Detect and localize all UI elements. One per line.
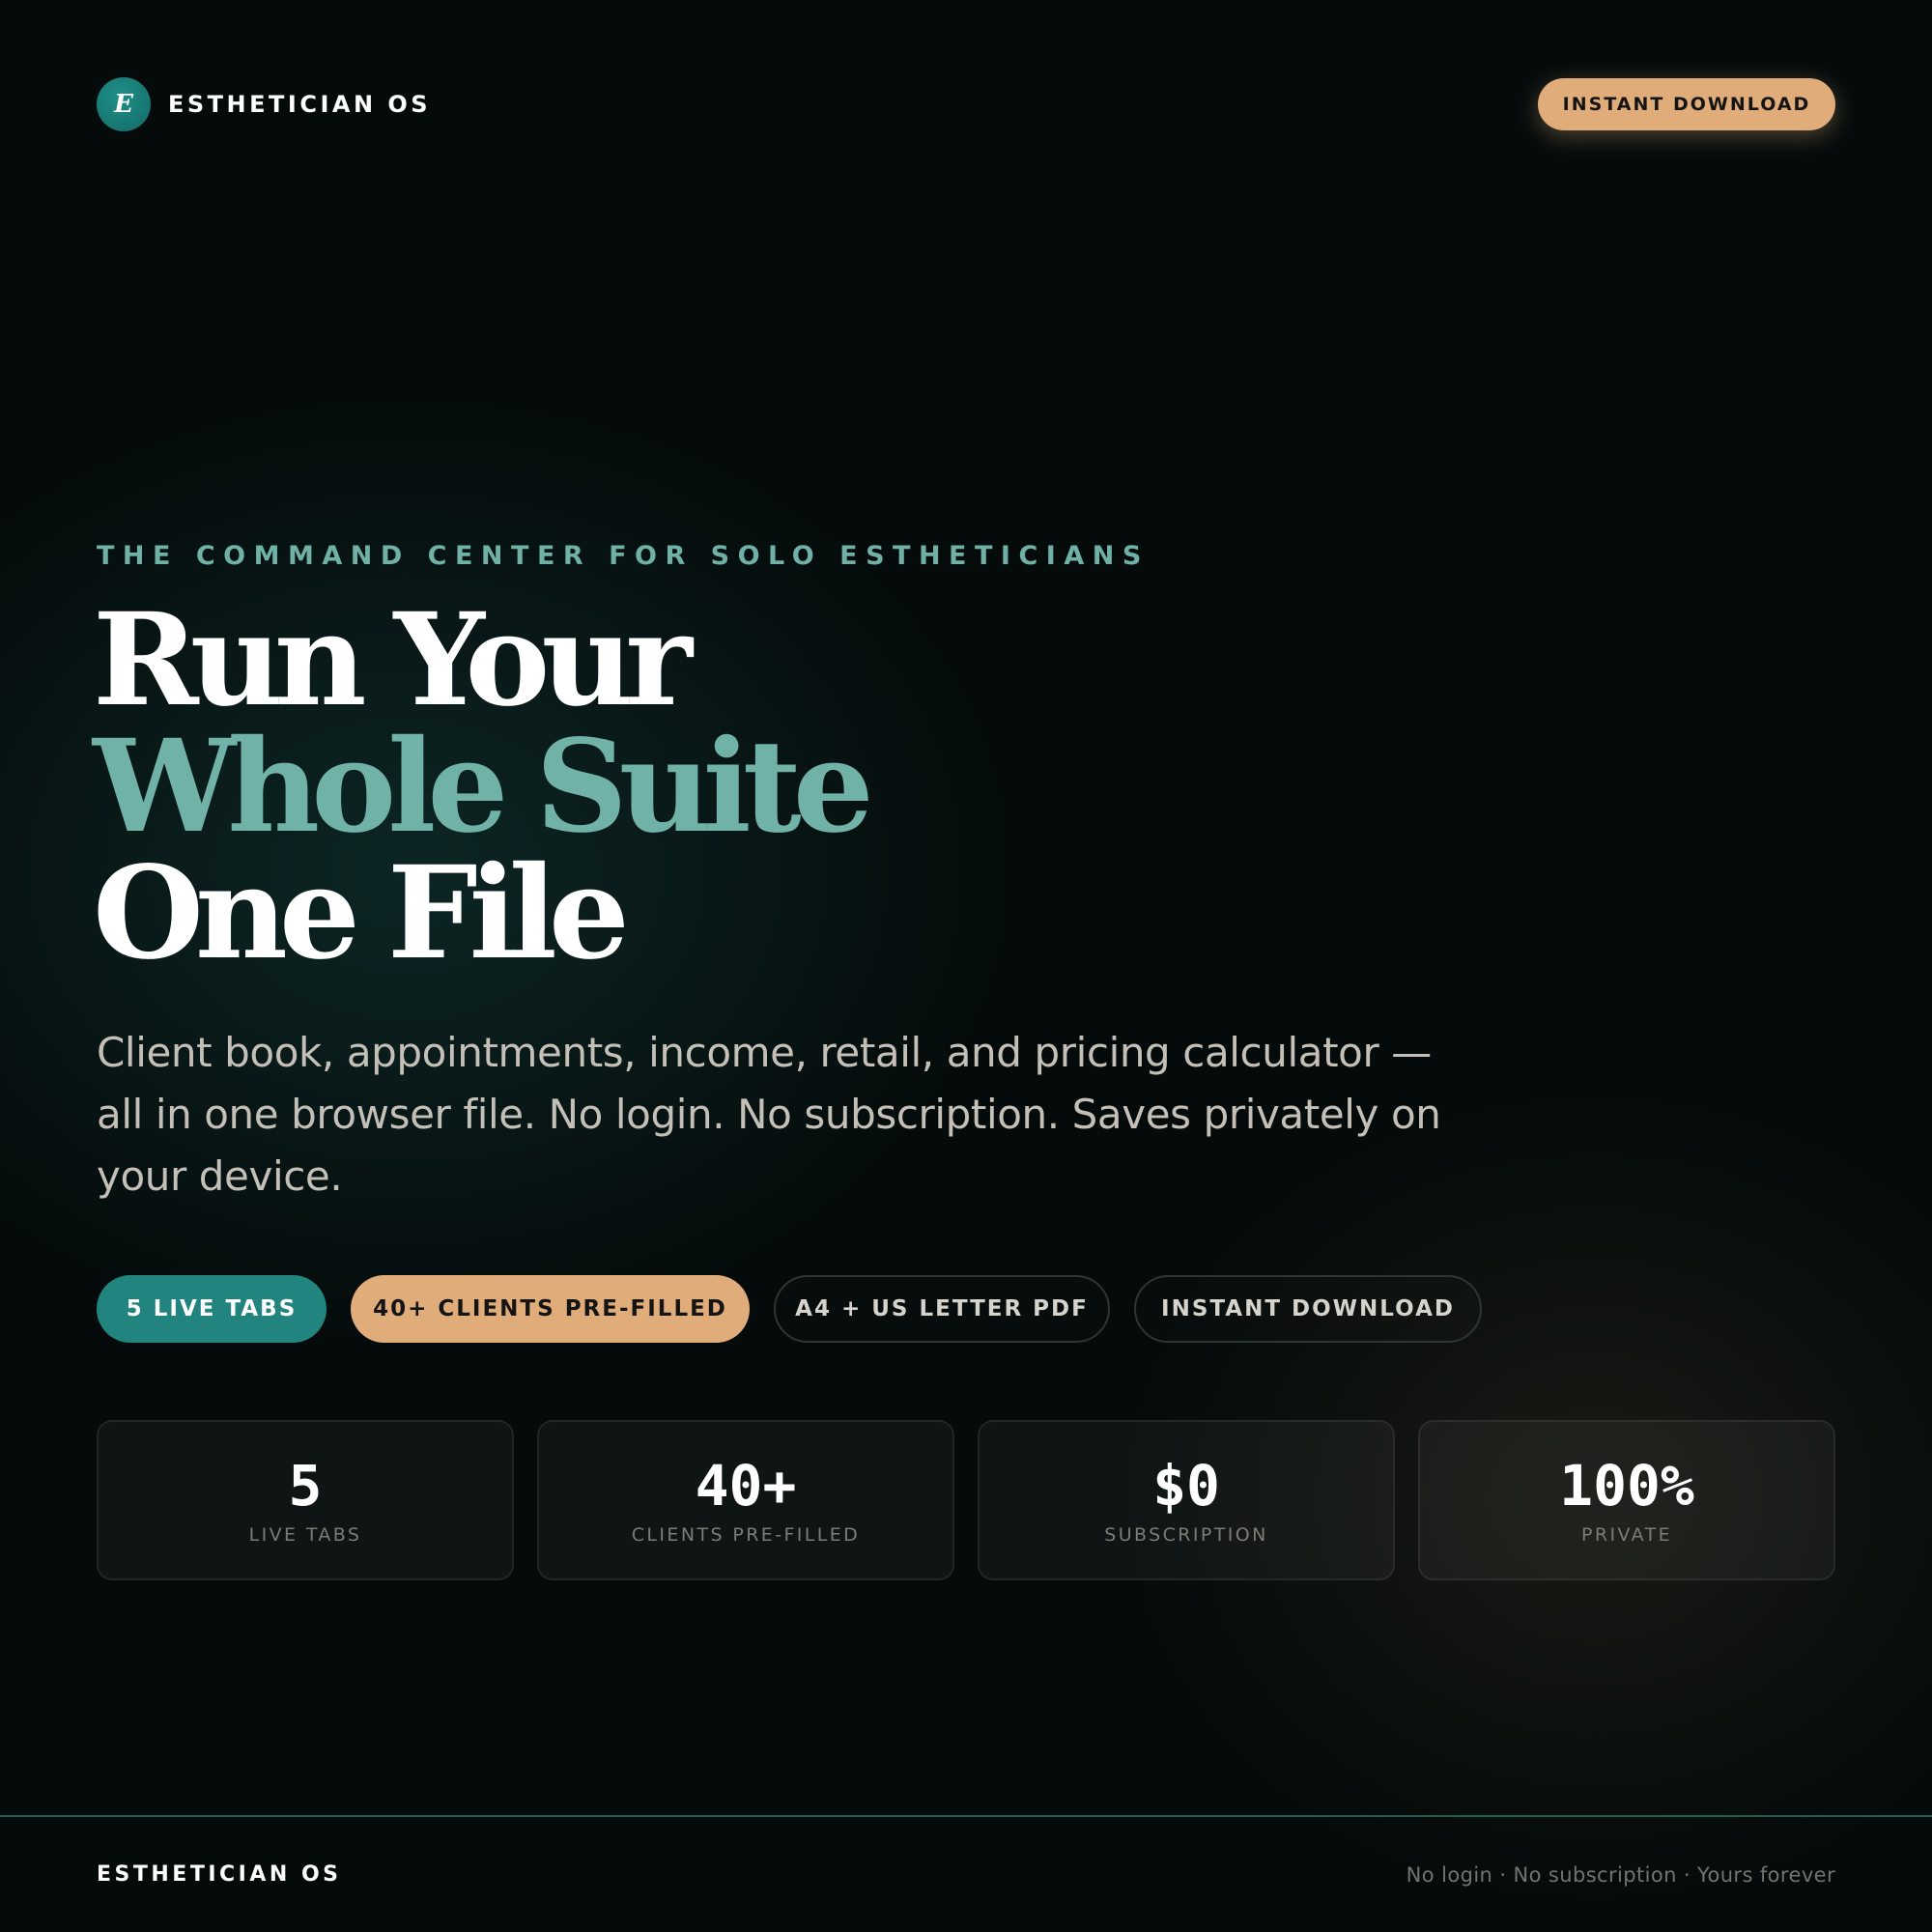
- feature-pills: 5 LIVE TABS 40+ CLIENTS PRE-FILLED A4 + …: [97, 1275, 1482, 1343]
- pill-instant-download: INSTANT DOWNLOAD: [1134, 1275, 1482, 1343]
- stat-label: SUBSCRIPTION: [1104, 1524, 1268, 1546]
- pill-pdf-formats: A4 + US LETTER PDF: [774, 1275, 1110, 1343]
- stat-label: LIVE TABS: [248, 1524, 362, 1546]
- footer-tagline: No login · No subscription · Yours forev…: [1406, 1862, 1835, 1887]
- stat-value: 40+: [695, 1453, 797, 1519]
- logo-monogram-icon: E: [97, 77, 151, 131]
- stat-card-private: 100% PRIVATE: [1418, 1420, 1835, 1580]
- pill-clients-prefilled: 40+ CLIENTS PRE-FILLED: [351, 1275, 750, 1343]
- stat-label: PRIVATE: [1581, 1524, 1672, 1546]
- stat-card-subscription: $0 SUBSCRIPTION: [978, 1420, 1395, 1580]
- stats-row: 5 LIVE TABS 40+ CLIENTS PRE-FILLED $0 SU…: [97, 1420, 1835, 1580]
- headline-line-2: Whole Suite: [93, 712, 874, 862]
- headline-line-3: One File: [93, 838, 630, 988]
- hero-eyebrow: THE COMMAND CENTER FOR SOLO ESTHETICIANS: [97, 541, 1150, 571]
- hero-description: Client book, appointments, income, retai…: [97, 1029, 1441, 1200]
- brand-logo[interactable]: E ESTHETICIAN OS: [97, 77, 431, 131]
- stat-card-clients: 40+ CLIENTS PRE-FILLED: [537, 1420, 954, 1580]
- instant-download-button[interactable]: INSTANT DOWNLOAD: [1538, 78, 1835, 130]
- stat-card-live-tabs: 5 LIVE TABS: [97, 1420, 514, 1580]
- hero-headline: Run Your Whole Suite One File: [93, 585, 874, 988]
- stat-value: 100%: [1559, 1453, 1694, 1519]
- headline-line-1: Run Your: [93, 585, 693, 735]
- pill-live-tabs: 5 LIVE TABS: [97, 1275, 327, 1343]
- site-footer: ESTHETICIAN OS No login · No subscriptio…: [97, 1817, 1835, 1932]
- footer-brand-name: ESTHETICIAN OS: [97, 1862, 342, 1887]
- stat-value: 5: [288, 1453, 323, 1519]
- stat-value: $0: [1152, 1453, 1220, 1519]
- stat-label: CLIENTS PRE-FILLED: [631, 1524, 861, 1546]
- brand-name: ESTHETICIAN OS: [168, 91, 432, 118]
- site-header: E ESTHETICIAN OS INSTANT DOWNLOAD: [97, 77, 1835, 131]
